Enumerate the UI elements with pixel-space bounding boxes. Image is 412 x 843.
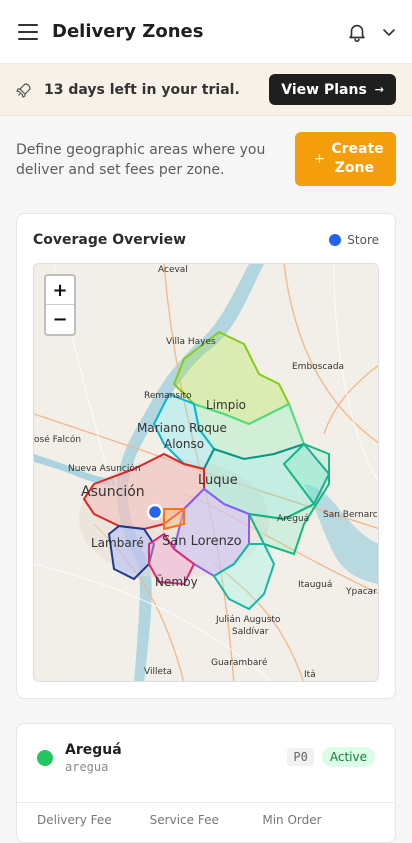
- coverage-header: Coverage Overview Store: [17, 214, 395, 266]
- zone-status-badge: Active: [321, 747, 375, 767]
- map-label-ita: Itá: [304, 670, 316, 680]
- map-label-lambare: Lambaré: [91, 536, 144, 550]
- zoom-in-button[interactable]: +: [46, 276, 74, 305]
- zone-card-aregua[interactable]: Areguá aregua P0 Active Delivery Fee Ser…: [16, 723, 396, 843]
- map-label-aregua: Areguá: [277, 514, 309, 524]
- zone-priority-badge: P0: [287, 748, 314, 766]
- intro-description: Define geographic areas where you delive…: [16, 142, 266, 178]
- arrow-right-icon: →: [374, 83, 384, 96]
- zone-header: Areguá aregua P0 Active: [17, 724, 395, 774]
- trial-text: 13 days left in your trial.: [44, 81, 240, 98]
- store-legend-dot: [329, 234, 342, 246]
- map-label-aceval: Aceval: [158, 265, 188, 275]
- map-label-ypacarai: Ypacar: [345, 587, 377, 597]
- coverage-card: Coverage Overview Store + − Aceval Villa…: [16, 213, 396, 699]
- map-label-luque: Luque: [198, 473, 238, 488]
- zone-status-dot: [37, 750, 53, 766]
- zoom-out-button[interactable]: −: [46, 305, 74, 334]
- map-label-itaugua: Itauguá: [298, 580, 332, 590]
- map-label-emboscada: Emboscada: [292, 362, 344, 372]
- plus-icon: +: [313, 150, 326, 167]
- map-label-villa-hayes: Villa Hayes: [166, 337, 216, 347]
- bell-icon[interactable]: [346, 21, 368, 43]
- chevron-down-icon[interactable]: [382, 25, 396, 39]
- map-label-guarambare: Guarambaré: [211, 657, 268, 668]
- page-title: Delivery Zones: [52, 21, 204, 42]
- coverage-map[interactable]: + − Aceval Villa Hayes Emboscada Remansi…: [33, 263, 379, 682]
- map-label-san-lorenzo: San Lorenzo: [162, 534, 242, 549]
- rocket-icon: [16, 82, 31, 98]
- map-label-mariano-roque: Mariano Roque: [137, 421, 227, 435]
- coverage-title: Coverage Overview: [33, 232, 187, 248]
- map-label-san-bernardino: San Bernarc: [323, 510, 378, 520]
- store-marker: [146, 503, 164, 521]
- menu-icon[interactable]: [18, 23, 38, 40]
- intro-section: Define geographic areas where you delive…: [0, 116, 412, 212]
- view-plans-button[interactable]: View Plans →: [269, 74, 396, 105]
- create-zone-label: Create Zone: [331, 141, 384, 176]
- map-label-alonso: Alonso: [164, 437, 204, 451]
- map-label-julian-augusto: Julián Augusto: [215, 615, 281, 625]
- create-zone-button[interactable]: + Create Zone: [295, 132, 396, 186]
- store-legend-label: Store: [347, 233, 379, 247]
- map-label-remansito: Remansito: [144, 391, 192, 401]
- map-label-asuncion: Asunción: [81, 484, 145, 500]
- map-label-saldivar: Saldívar: [232, 627, 269, 637]
- map-label-nemby: Ñemby: [155, 574, 198, 589]
- map-label-villeta: Villeta: [144, 667, 172, 677]
- zoom-control: + −: [44, 274, 76, 336]
- map-label-nueva-asuncion: Nueva Asunción: [68, 463, 141, 474]
- trial-banner: 13 days left in your trial. View Plans →: [0, 64, 412, 116]
- map-label-limpio: Limpio: [206, 398, 246, 412]
- map-canvas: Aceval Villa Hayes Emboscada Remansito L…: [34, 264, 378, 681]
- map-label-jose-falcon: osé Falcón: [34, 434, 81, 445]
- top-app-bar: Delivery Zones: [0, 0, 412, 64]
- zone-name: Areguá: [65, 742, 122, 758]
- zone-names: Areguá aregua: [65, 742, 287, 774]
- view-plans-label: View Plans: [281, 81, 367, 98]
- zone-fee-columns: Delivery Fee Service Fee Min Order: [17, 803, 395, 827]
- zone-slug: aregua: [65, 760, 109, 774]
